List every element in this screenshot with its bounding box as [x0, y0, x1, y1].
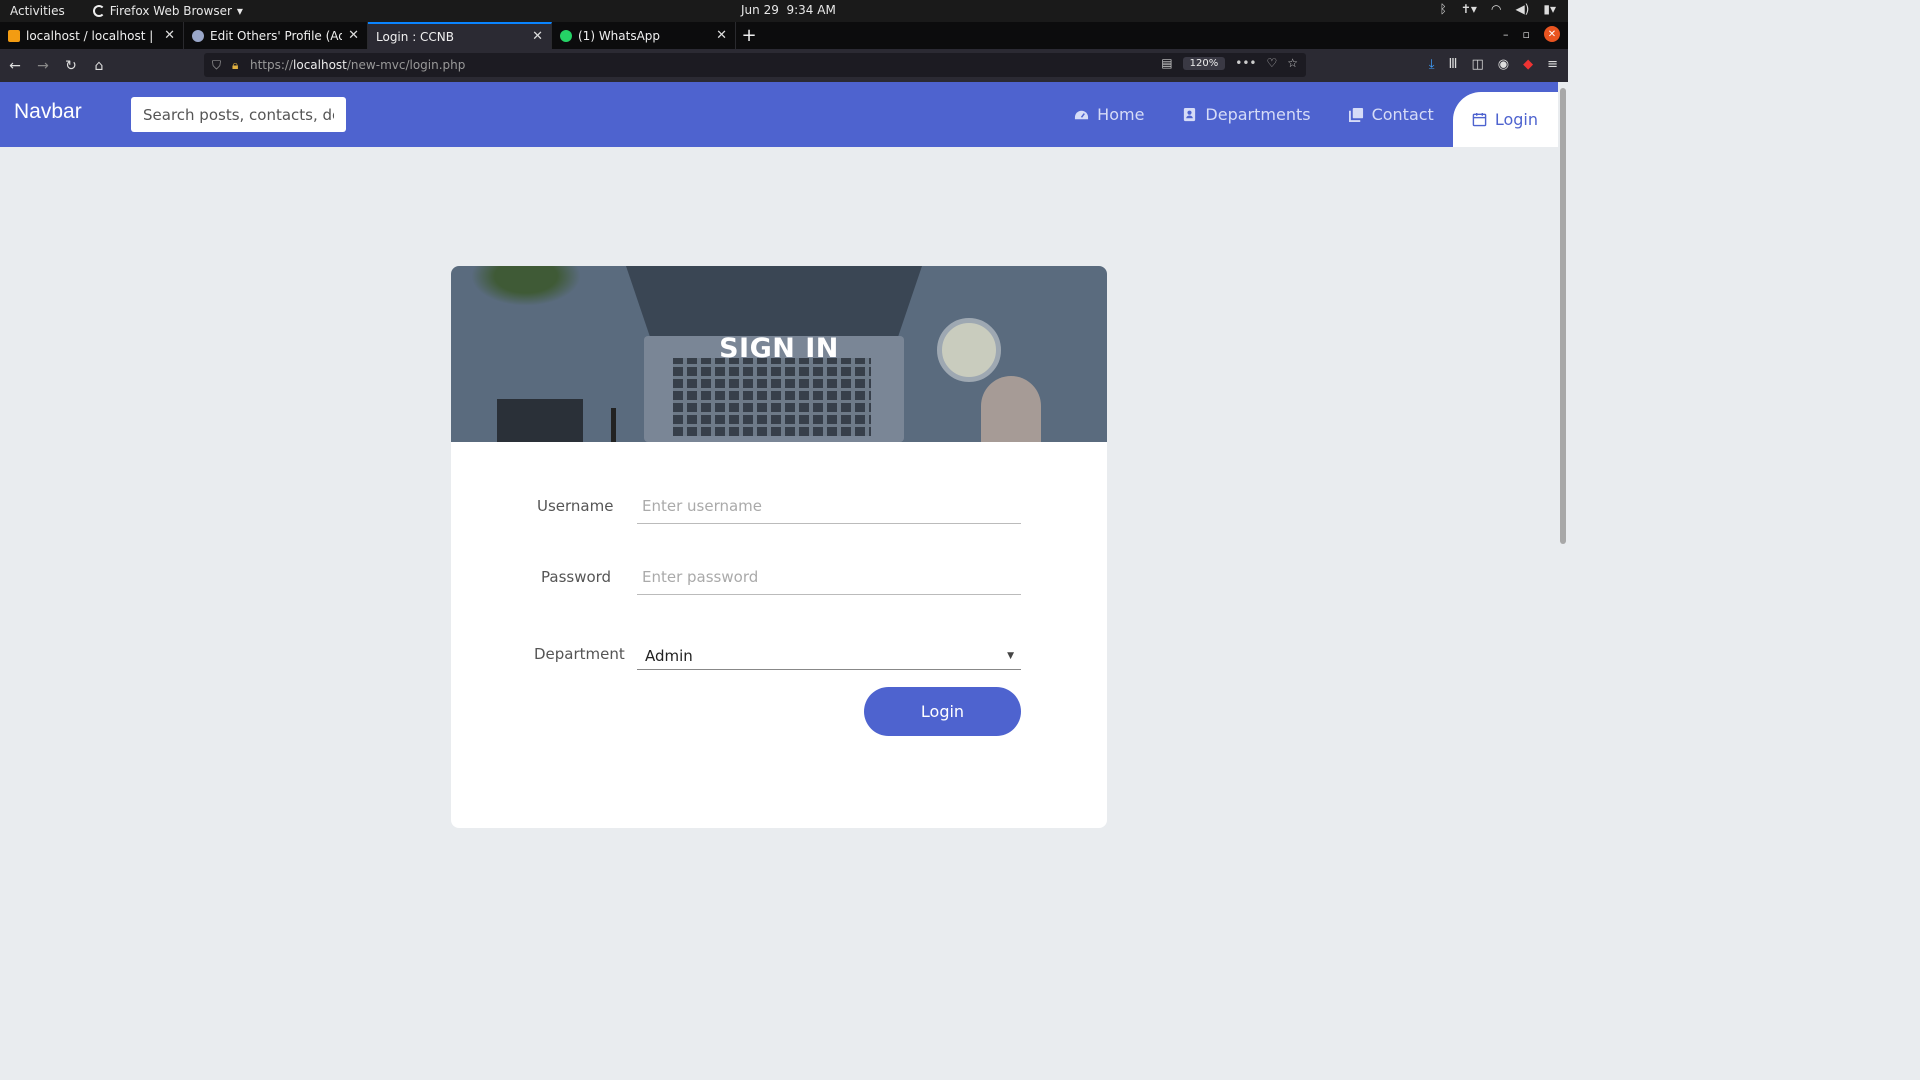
close-icon[interactable]: ✕ [348, 28, 359, 43]
clock[interactable]: Jun 29 9:34 AM [741, 3, 836, 17]
calendar-icon [1472, 112, 1487, 127]
extension-icon[interactable]: ◆ [1523, 57, 1533, 72]
tab-login-ccnb[interactable]: Login : CCNB ✕ [368, 22, 552, 49]
sidebar-icon[interactable]: ◫ [1471, 57, 1483, 72]
globe-icon [192, 29, 204, 42]
department-select[interactable]: Admin ▼ [637, 642, 1021, 670]
site-navbar: Navbar Home Departments Contact Login [0, 82, 1558, 147]
bookmark-star-icon[interactable]: ☆ [1287, 56, 1298, 70]
navbar-brand[interactable]: Navbar [14, 100, 82, 124]
url-bar-actions: ▤ 120% ••• ♡ ☆ [1161, 56, 1298, 70]
username-label: Username [537, 497, 614, 515]
battery-icon: ▮▾ [1543, 2, 1556, 16]
password-field[interactable] [637, 559, 1021, 595]
copy-icon [1348, 107, 1363, 122]
app-menu-label: Firefox Web Browser [109, 4, 232, 18]
whatsapp-icon [560, 29, 572, 42]
minimize-icon[interactable]: – [1503, 28, 1509, 41]
insecure-lock-icon[interactable]: 🔒︎ [232, 58, 246, 73]
activities-button[interactable]: Activities [10, 4, 65, 18]
toolbar-tools: ⤓ Ⅲ ◫ ◉ ◆ ≡ [1429, 57, 1558, 72]
forward-icon[interactable]: → [30, 58, 56, 74]
contact-card-icon [1184, 107, 1196, 122]
tab-title: Edit Others' Profile (Adm [210, 28, 342, 43]
bluetooth-icon: ᛒ [1439, 2, 1447, 16]
nav-item-home[interactable]: Home [1055, 82, 1163, 147]
tab-phpmyadmin[interactable]: localhost / localhost | ph ✕ [0, 22, 184, 49]
system-top-bar: Activities Firefox Web Browser ▾ Jun 29 … [0, 0, 1568, 22]
phpmyadmin-icon [8, 29, 20, 42]
clock-time: 9:34 AM [786, 3, 836, 17]
department-selected-value: Admin [645, 646, 693, 665]
hamburger-menu-icon[interactable]: ≡ [1547, 57, 1558, 72]
nav-item-label: Departments [1205, 105, 1311, 124]
close-icon[interactable]: ✕ [164, 28, 175, 43]
scrollbar-thumb[interactable] [1560, 88, 1566, 544]
login-button[interactable]: Login [864, 687, 1021, 736]
new-tab-button[interactable]: + [736, 22, 762, 49]
tab-whatsapp[interactable]: (1) WhatsApp ✕ [552, 22, 736, 49]
firefox-icon [92, 5, 105, 17]
department-label: Department [534, 645, 625, 663]
tab-title: localhost / localhost | ph [26, 28, 159, 43]
notebook-decoration [497, 399, 583, 442]
laptop-screen-decoration [626, 266, 922, 336]
page-scrollbar[interactable] [1558, 82, 1568, 882]
url-text: https://localhost/new-mvc/login.php [250, 58, 465, 72]
url-path: /new-mvc/login.php [346, 58, 466, 72]
nav-item-departments[interactable]: Departments [1163, 82, 1329, 147]
window-controls: – ▫ ✕ [1503, 26, 1560, 42]
nav-item-label: Login [1494, 110, 1538, 129]
close-icon[interactable]: ✕ [532, 29, 543, 44]
nav-item-contact[interactable]: Contact [1330, 82, 1453, 147]
tab-title: Login : CCNB [376, 29, 455, 44]
system-tray[interactable]: ᛒ ✝▾ ◠ ◀) ▮▾ [1440, 2, 1556, 16]
tab-title: (1) WhatsApp [578, 28, 661, 43]
search-input[interactable] [131, 97, 346, 132]
zoom-level[interactable]: 120% [1182, 56, 1226, 70]
url-host: localhost [293, 58, 347, 72]
close-icon[interactable]: ✕ [716, 28, 727, 43]
download-icon[interactable]: ⤓ [1429, 57, 1435, 72]
nav-item-label: Home [1097, 105, 1145, 124]
username-field[interactable] [637, 488, 1021, 524]
pen-decoration [611, 408, 616, 442]
dashboard-icon [1075, 110, 1089, 120]
home-icon[interactable]: ⌂ [86, 58, 112, 74]
more-actions-icon[interactable]: ••• [1235, 56, 1256, 70]
restore-icon[interactable]: ▫ [1523, 28, 1530, 41]
nav-item-label: Contact [1371, 105, 1434, 124]
url-scheme: https:// [250, 58, 294, 72]
chevron-down-icon: ▾ [236, 4, 243, 18]
reader-view-icon[interactable]: ▤ [1161, 56, 1172, 70]
url-bar[interactable]: ⛉ 🔒︎ https://localhost/new-mvc/login.php… [204, 53, 1306, 77]
nav-item-login[interactable]: Login [1452, 92, 1558, 147]
tracking-shield-icon[interactable]: ⛉ [212, 58, 226, 73]
nav-menu: Home Departments Contact Login [1055, 82, 1558, 147]
pocket-icon[interactable]: ♡ [1266, 56, 1277, 70]
clock-date: Jun 29 [741, 3, 779, 17]
tab-strip: localhost / localhost | ph ✕ Edit Others… [0, 22, 1568, 49]
dropdown-caret-icon: ▼ [1007, 651, 1014, 661]
window-close-icon[interactable]: ✕ [1544, 26, 1560, 42]
account-icon[interactable]: ◉ [1498, 57, 1509, 72]
wifi-icon: ◠ [1490, 2, 1502, 16]
accessibility-icon: ✝▾ [1460, 2, 1477, 16]
back-icon[interactable]: ← [2, 58, 28, 74]
hero-image: SIGN IN [451, 266, 1107, 442]
password-label: Password [541, 568, 612, 586]
hand-decoration [981, 376, 1041, 442]
login-card: SIGN IN Username Password Department Adm… [451, 266, 1107, 828]
tab-edit-profile[interactable]: Edit Others' Profile (Adm ✕ [184, 22, 368, 49]
library-icon[interactable]: Ⅲ [1448, 57, 1457, 72]
volume-icon: ◀) [1515, 2, 1530, 16]
browser-nav-bar: ← → ↻ ⌂ ⛉ 🔒︎ https://localhost/new-mvc/l… [0, 49, 1568, 82]
reload-icon[interactable]: ↻ [58, 58, 84, 74]
app-menu[interactable]: Firefox Web Browser ▾ [92, 4, 243, 18]
plant-decoration [471, 266, 581, 306]
keyboard-decoration [673, 358, 871, 436]
sign-in-title: SIGN IN [719, 333, 839, 364]
